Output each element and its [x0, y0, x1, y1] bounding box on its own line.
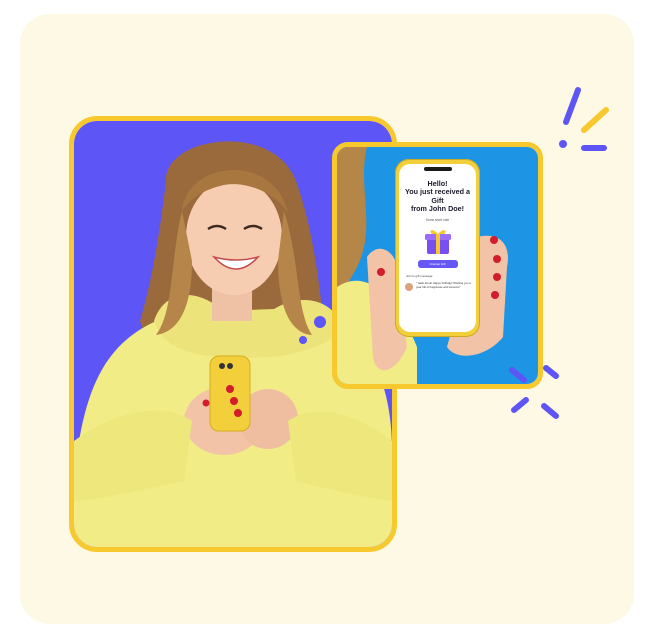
avatar	[405, 282, 413, 291]
sparkle-lines-icon	[559, 87, 609, 151]
phone-notch	[423, 167, 452, 171]
gift-subtitle: Some short note	[425, 217, 450, 222]
decor-dots-icon	[299, 316, 326, 344]
unwrap-gift-button[interactable]: Unwrap Gift	[417, 259, 458, 268]
message-text: " Hello Anna! Happy birthday! Wishing yo…	[416, 280, 471, 289]
message-row: " Hello Anna! Happy birthday! Wishing yo…	[405, 281, 471, 291]
gift-title: Hello! You just received a Gift from Joh…	[399, 179, 476, 214]
phone-screen: Hello! You just received a Gift from Joh…	[399, 164, 476, 332]
gift-title-line2: You just received a Gift	[405, 187, 470, 205]
gift-phone: Hello! You just received a Gift from Joh…	[395, 159, 480, 337]
gift-box-icon	[424, 229, 451, 254]
message-label: John's gift message	[406, 273, 433, 278]
burst-lines-icon	[509, 365, 559, 419]
gift-title-line3: from John Doe!	[410, 204, 465, 214]
